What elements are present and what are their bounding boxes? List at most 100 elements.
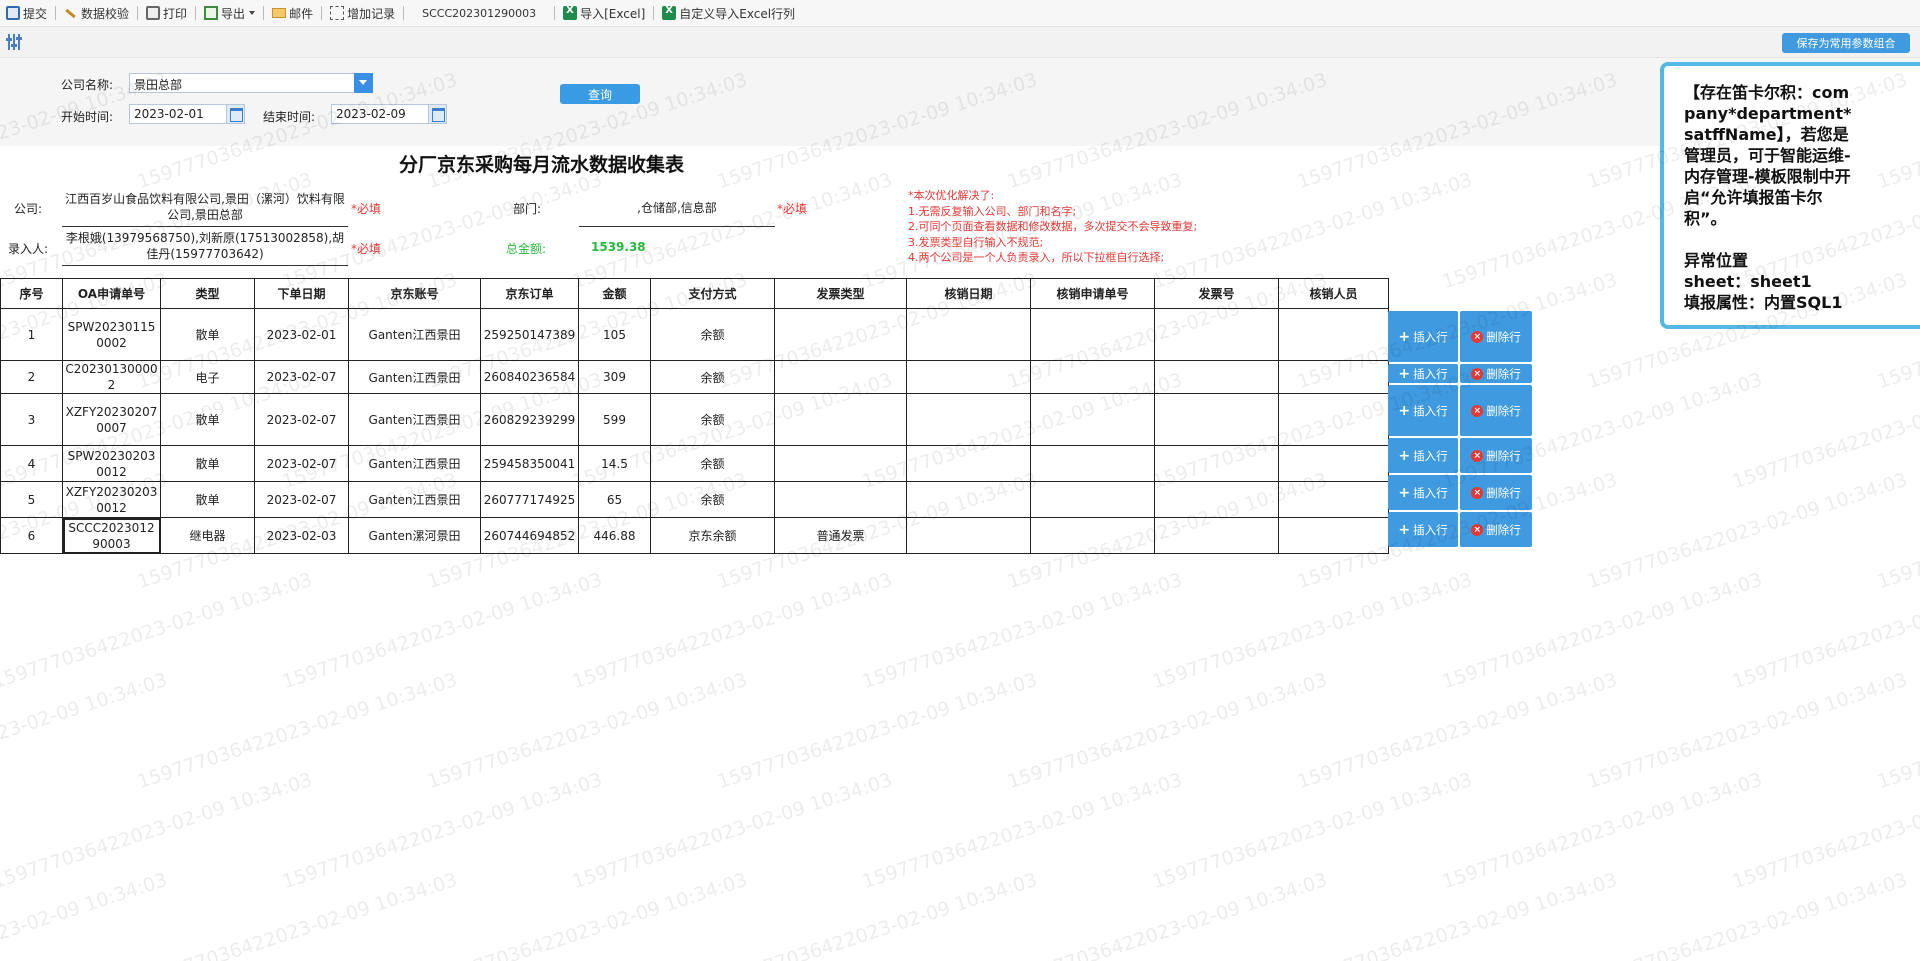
table-cell[interactable]: 散单 xyxy=(160,308,255,361)
import-excel-button[interactable]: 导入[Excel] xyxy=(559,2,649,24)
table-cell[interactable] xyxy=(1154,445,1279,482)
table-cell[interactable] xyxy=(906,445,1031,482)
end-date-input[interactable]: 2023-02-09 xyxy=(331,104,447,124)
submit-button[interactable]: 提交 xyxy=(2,2,51,24)
table-cell[interactable]: 2023-02-07 xyxy=(254,445,349,482)
table-cell[interactable]: 260777174925 xyxy=(480,481,579,518)
table-cell[interactable]: 余额 xyxy=(650,445,775,482)
calendar-icon[interactable] xyxy=(226,105,244,123)
delete-row-button[interactable]: × 删除行 xyxy=(1460,385,1532,436)
insert-row-button[interactable]: + 插入行 xyxy=(1388,475,1458,510)
table-cell[interactable] xyxy=(774,481,907,518)
table-cell[interactable] xyxy=(906,393,1031,446)
table-cell[interactable]: Ganten江西景田 xyxy=(348,445,481,482)
table-cell[interactable] xyxy=(1030,393,1155,446)
insert-row-button[interactable]: + 插入行 xyxy=(1388,438,1458,473)
insert-row-button[interactable]: + 插入行 xyxy=(1388,512,1458,547)
table-cell[interactable] xyxy=(1278,481,1389,518)
delete-row-button[interactable]: × 删除行 xyxy=(1460,512,1532,547)
table-cell[interactable]: 普通发票 xyxy=(774,517,907,554)
print-button[interactable]: 打印 xyxy=(142,2,191,24)
export-button[interactable]: 导出 xyxy=(200,2,259,24)
table-cell[interactable] xyxy=(906,517,1031,554)
table-cell[interactable]: 散单 xyxy=(160,481,255,518)
table-cell[interactable] xyxy=(774,393,907,446)
table-cell[interactable]: SPW202301150002 xyxy=(62,308,161,361)
table-cell[interactable]: 14.5 xyxy=(578,445,651,482)
table-cell[interactable]: 余额 xyxy=(650,308,775,361)
table-cell[interactable]: 446.88 xyxy=(578,517,651,554)
insert-row-button[interactable]: + 插入行 xyxy=(1388,311,1458,362)
table-cell[interactable]: 京东余额 xyxy=(650,517,775,554)
table-cell[interactable] xyxy=(1278,360,1389,394)
insert-row-button[interactable]: + 插入行 xyxy=(1388,385,1458,436)
custom-import-button[interactable]: 自定义导入Excel行列 xyxy=(658,2,799,24)
table-cell[interactable]: 余额 xyxy=(650,360,775,394)
table-cell[interactable]: 2023-02-03 xyxy=(254,517,349,554)
table-cell[interactable]: SPW202302030012 xyxy=(62,445,161,482)
table-cell[interactable]: 散单 xyxy=(160,445,255,482)
table-cell[interactable] xyxy=(1030,360,1155,394)
table-cell[interactable]: 余额 xyxy=(650,481,775,518)
delete-row-button[interactable]: × 删除行 xyxy=(1460,475,1532,510)
table-cell[interactable] xyxy=(1278,393,1389,446)
table-cell[interactable]: C202301300002 xyxy=(62,360,161,394)
table-cell[interactable]: 散单 xyxy=(160,393,255,446)
validate-button[interactable]: 数据校验 xyxy=(60,2,133,24)
entered-by-field[interactable]: 李根娥(13979568750),刘新原(17513002858),胡佳丹(15… xyxy=(62,230,348,266)
table-cell[interactable] xyxy=(774,308,907,361)
table-cell[interactable]: XZFY202302030012 xyxy=(62,481,161,518)
start-date-input[interactable]: 2023-02-01 xyxy=(129,104,245,124)
table-cell[interactable]: 2023-02-07 xyxy=(254,393,349,446)
calendar-icon[interactable] xyxy=(428,105,446,123)
table-cell[interactable]: SCCC202301290003 xyxy=(62,517,161,554)
table-cell[interactable]: 65 xyxy=(578,481,651,518)
table-cell[interactable] xyxy=(1030,308,1155,361)
table-cell[interactable]: 599 xyxy=(578,393,651,446)
table-cell[interactable]: Ganten漯河景田 xyxy=(348,517,481,554)
table-cell[interactable] xyxy=(1154,481,1279,518)
department-field[interactable]: ,仓储部,信息部 xyxy=(579,199,775,227)
delete-row-button[interactable]: × 删除行 xyxy=(1460,438,1532,473)
table-cell[interactable]: 259250147389 xyxy=(480,308,579,361)
table-cell[interactable]: 继电器 xyxy=(160,517,255,554)
table-cell[interactable]: 余额 xyxy=(650,393,775,446)
chevron-down-icon[interactable] xyxy=(354,73,373,93)
table-cell[interactable] xyxy=(1154,393,1279,446)
add-record-button[interactable]: 增加记录 xyxy=(326,2,399,24)
table-cell[interactable]: 2023-02-07 xyxy=(254,360,349,394)
table-cell[interactable]: Ganten江西景田 xyxy=(348,481,481,518)
table-cell[interactable] xyxy=(1030,481,1155,518)
table-cell[interactable]: Ganten江西景田 xyxy=(348,308,481,361)
table-cell[interactable]: 260829239299 xyxy=(480,393,579,446)
table-cell[interactable] xyxy=(1278,308,1389,361)
delete-row-button[interactable]: × 删除行 xyxy=(1460,364,1532,383)
company-name-select[interactable]: 景田总部 xyxy=(129,73,373,93)
company-field[interactable]: 江西百岁山食品饮料有限公司,景田（漯河）饮料有限公司,景田总部 xyxy=(62,191,348,227)
query-button[interactable]: 查询 xyxy=(560,84,640,104)
table-cell[interactable] xyxy=(1154,308,1279,361)
table-cell[interactable]: 260744694852 xyxy=(480,517,579,554)
table-cell[interactable] xyxy=(1154,360,1279,394)
table-cell[interactable]: 309 xyxy=(578,360,651,394)
sliders-icon[interactable] xyxy=(6,34,22,50)
email-button[interactable]: 邮件 xyxy=(268,2,317,24)
table-cell[interactable]: Ganten江西景田 xyxy=(348,360,481,394)
table-cell[interactable]: 260840236584 xyxy=(480,360,579,394)
insert-row-button[interactable]: + 插入行 xyxy=(1388,364,1458,383)
table-cell[interactable] xyxy=(774,445,907,482)
table-cell[interactable] xyxy=(906,308,1031,361)
table-cell[interactable] xyxy=(1030,445,1155,482)
save-param-combo-button[interactable]: 保存为常用参数组合 xyxy=(1782,33,1910,53)
table-cell[interactable] xyxy=(1030,517,1155,554)
table-cell[interactable] xyxy=(906,481,1031,518)
table-cell[interactable] xyxy=(774,360,907,394)
table-cell[interactable]: 259458350041 xyxy=(480,445,579,482)
table-cell[interactable] xyxy=(1278,445,1389,482)
table-cell[interactable]: 105 xyxy=(578,308,651,361)
table-cell[interactable] xyxy=(1154,517,1279,554)
table-cell[interactable]: Ganten江西景田 xyxy=(348,393,481,446)
table-cell[interactable]: 2023-02-01 xyxy=(254,308,349,361)
table-cell[interactable]: 2023-02-07 xyxy=(254,481,349,518)
delete-row-button[interactable]: × 删除行 xyxy=(1460,311,1532,362)
